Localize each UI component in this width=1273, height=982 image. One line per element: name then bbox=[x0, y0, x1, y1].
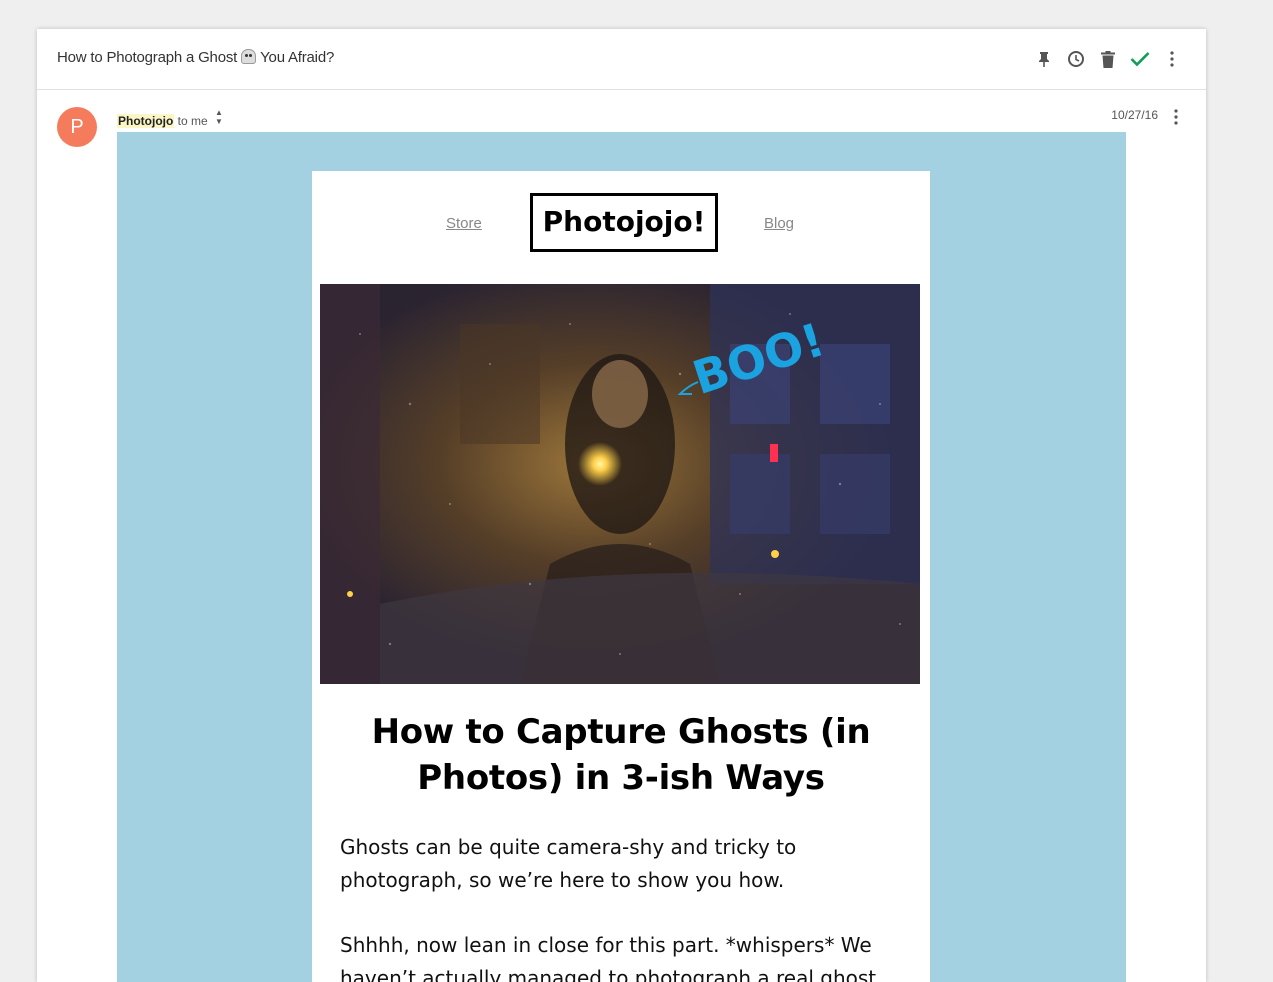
snooze-button[interactable] bbox=[1060, 47, 1092, 71]
sender-line[interactable]: Photojojo to me ▲ ▼ bbox=[117, 108, 223, 128]
photojojo-logo[interactable]: Photojojo! bbox=[530, 193, 718, 252]
pin-icon bbox=[1039, 51, 1049, 67]
sender-name[interactable]: Photojojo bbox=[117, 114, 175, 128]
snooze-icon bbox=[1068, 51, 1084, 67]
pin-button[interactable] bbox=[1028, 47, 1060, 71]
email-body-background: Store Photojojo! Blog BOO! How to Captur… bbox=[117, 132, 1126, 982]
subject-bar: How to Photograph a Ghost You Afraid? bbox=[37, 29, 1206, 90]
more-options-button[interactable] bbox=[1156, 47, 1188, 71]
sender-row: P Photojojo to me ▲ ▼ 10/27/16 bbox=[37, 89, 1206, 147]
done-check-icon bbox=[1130, 52, 1150, 67]
store-link[interactable]: Store bbox=[446, 215, 482, 232]
email-headline: How to Capture Ghosts (in Photos) in 3-i… bbox=[371, 712, 871, 798]
message-more-button[interactable] bbox=[1164, 107, 1188, 127]
mark-done-button[interactable] bbox=[1124, 47, 1156, 71]
delete-button[interactable] bbox=[1092, 47, 1124, 71]
email-subject: How to Photograph a Ghost You Afraid? bbox=[57, 49, 334, 66]
action-toolbar bbox=[1028, 47, 1188, 71]
intro-paragraph: Ghosts can be quite camera-shy and trick… bbox=[340, 835, 797, 892]
message-date: 10/27/16 bbox=[1111, 108, 1158, 122]
more-vert-icon bbox=[1170, 51, 1174, 67]
newsletter-content: Store Photojojo! Blog BOO! How to Captur… bbox=[312, 171, 930, 982]
ghost-emoji-icon bbox=[241, 49, 257, 64]
trash-icon bbox=[1101, 50, 1115, 68]
email-card: How to Photograph a Ghost You Afraid? P … bbox=[37, 29, 1206, 982]
subject-text-end: You Afraid? bbox=[260, 49, 335, 66]
more-vert-icon bbox=[1174, 109, 1178, 125]
expand-details-icon[interactable]: ▲ ▼ bbox=[215, 108, 223, 126]
hero-image[interactable]: BOO! bbox=[320, 284, 920, 684]
recipient-label: to me bbox=[177, 114, 208, 128]
second-paragraph: Shhhh, now lean in close for this part. … bbox=[340, 933, 877, 982]
subject-text-start: How to Photograph a Ghost bbox=[57, 49, 238, 66]
avatar[interactable]: P bbox=[57, 107, 97, 147]
hero-photo-graphic: BOO! bbox=[320, 284, 920, 684]
blog-link[interactable]: Blog bbox=[764, 215, 794, 232]
